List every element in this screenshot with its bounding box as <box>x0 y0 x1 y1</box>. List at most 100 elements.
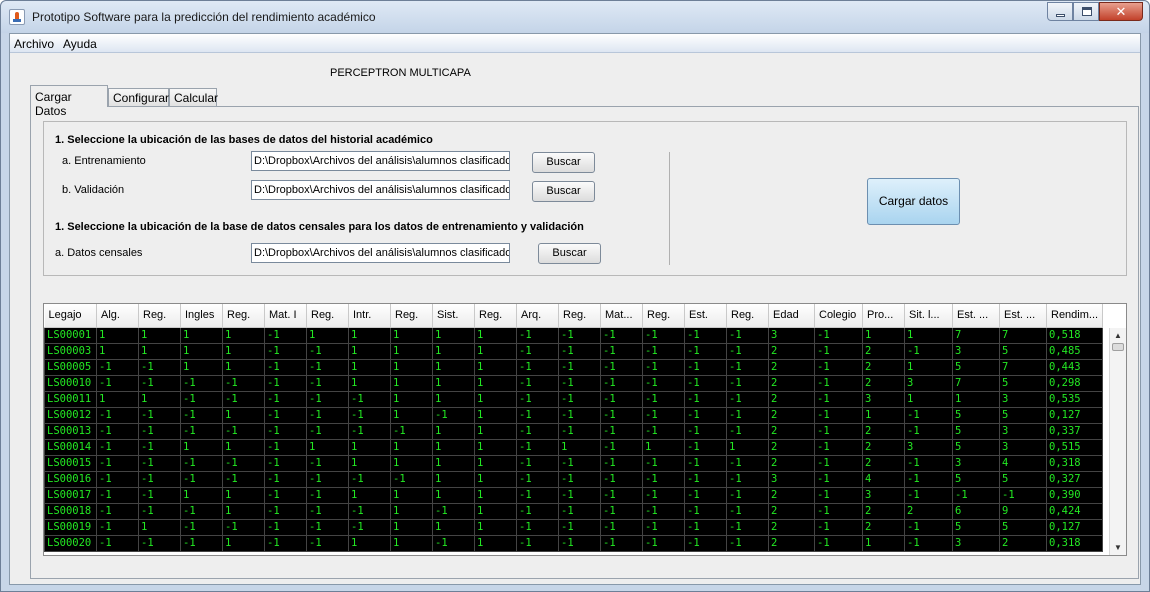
table-cell[interactable]: 1 <box>96 390 139 408</box>
table-cell[interactable]: 3 <box>999 438 1047 456</box>
table-cell[interactable]: 0,318 <box>1046 534 1103 552</box>
table-cell[interactable]: 1 <box>180 342 223 360</box>
table-cell[interactable]: -1 <box>138 502 181 520</box>
table-cell[interactable]: 2 <box>862 518 905 536</box>
table-cell[interactable]: -1 <box>558 486 601 504</box>
table-cell[interactable]: -1 <box>306 470 349 488</box>
table-cell[interactable]: -1 <box>264 438 307 456</box>
table-cell[interactable]: -1 <box>96 438 139 456</box>
table-cell[interactable]: 1 <box>348 326 391 344</box>
table-cell[interactable]: -1 <box>814 486 863 504</box>
table-cell[interactable]: 1 <box>474 518 517 536</box>
table-cell[interactable]: 1 <box>390 518 433 536</box>
table-cell[interactable]: 1 <box>222 486 265 504</box>
table-cell[interactable]: -1 <box>432 406 475 424</box>
table-cell[interactable]: -1 <box>558 534 601 552</box>
table-cell[interactable]: -1 <box>726 390 769 408</box>
table-cell[interactable]: -1 <box>264 406 307 424</box>
table-cell[interactable]: 1 <box>474 390 517 408</box>
table-cell[interactable]: 2 <box>768 422 815 440</box>
table-cell[interactable]: 3 <box>952 454 1000 472</box>
table-cell[interactable]: 0,515 <box>1046 438 1103 456</box>
table-cell[interactable]: -1 <box>726 422 769 440</box>
table-cell[interactable]: 2 <box>862 502 905 520</box>
table-cell[interactable]: 0,485 <box>1046 342 1103 360</box>
table-cell[interactable]: -1 <box>999 486 1047 504</box>
table-cell[interactable]: 1 <box>432 342 475 360</box>
table-cell[interactable]: -1 <box>264 358 307 376</box>
table-cell[interactable]: -1 <box>684 422 727 440</box>
table-cell[interactable]: -1 <box>600 454 643 472</box>
table-row[interactable]: LS00014 -1 -1 1 1 -1 1 1 1 1 1 -1 1 -1 1 -1 1 2 -1 2 3 5 3 0,51… <box>44 438 1103 456</box>
table-cell[interactable]: -1 <box>180 374 223 392</box>
column-header[interactable]: Reg. <box>222 304 265 328</box>
table-cell[interactable]: -1 <box>726 486 769 504</box>
column-header[interactable]: Est. <box>684 304 727 328</box>
table-cell[interactable]: 1 <box>306 326 349 344</box>
table-cell[interactable]: 7 <box>952 326 1000 344</box>
data-table-scrollpane[interactable]: Legajo Alg. Reg. Ingles Reg. Mat. I Reg. Intr. R… <box>43 303 1127 556</box>
table-cell[interactable]: -1 <box>264 534 307 552</box>
table-cell[interactable]: -1 <box>222 454 265 472</box>
table-cell[interactable]: 1 <box>348 486 391 504</box>
table-cell[interactable]: 0,127 <box>1046 518 1103 536</box>
table-cell[interactable]: 2 <box>768 390 815 408</box>
table-cell[interactable]: -1 <box>726 534 769 552</box>
table-cell[interactable]: -1 <box>904 470 953 488</box>
table-cell[interactable]: 1 <box>138 518 181 536</box>
table-cell[interactable]: LS00019 <box>44 518 97 536</box>
table-cell[interactable]: -1 <box>642 454 685 472</box>
table-cell[interactable]: 5 <box>999 406 1047 424</box>
table-cell[interactable]: -1 <box>432 534 475 552</box>
table-cell[interactable]: LS00020 <box>44 534 97 552</box>
table-cell[interactable]: 2 <box>768 518 815 536</box>
column-header[interactable]: Reg. <box>390 304 433 328</box>
table-cell[interactable]: -1 <box>516 470 559 488</box>
table-cell[interactable]: 1 <box>180 326 223 344</box>
title-bar[interactable]: Prototipo Software para la predicción de… <box>1 1 1149 33</box>
close-button[interactable]: ✕ <box>1099 2 1143 21</box>
table-cell[interactable]: 1 <box>432 470 475 488</box>
table-cell[interactable]: 1 <box>432 374 475 392</box>
table-cell[interactable]: 1 <box>432 390 475 408</box>
table-cell[interactable]: -1 <box>600 342 643 360</box>
table-cell[interactable]: -1 <box>138 374 181 392</box>
maximize-button[interactable] <box>1073 2 1099 21</box>
table-cell[interactable]: 5 <box>952 470 1000 488</box>
table-cell[interactable]: 1 <box>904 358 953 376</box>
table-cell[interactable]: -1 <box>180 518 223 536</box>
table-cell[interactable]: 3 <box>768 326 815 344</box>
table-cell[interactable]: -1 <box>814 438 863 456</box>
table-cell[interactable]: -1 <box>952 486 1000 504</box>
table-cell[interactable]: 0,443 <box>1046 358 1103 376</box>
table-cell[interactable]: -1 <box>558 422 601 440</box>
data-table[interactable]: Legajo Alg. Reg. Ingles Reg. Mat. I Reg. Intr. R… <box>44 304 1103 552</box>
table-row[interactable]: LS00012 -1 -1 -1 1 -1 -1 -1 1 -1 1 -1 -1 -1 -1 -1 -1 2 -1 1… <box>44 406 1103 424</box>
table-cell[interactable]: 0,535 <box>1046 390 1103 408</box>
table-cell[interactable]: -1 <box>96 358 139 376</box>
table-cell[interactable]: -1 <box>684 486 727 504</box>
table-cell[interactable]: -1 <box>264 454 307 472</box>
table-cell[interactable]: 1 <box>432 358 475 376</box>
table-cell[interactable]: -1 <box>516 534 559 552</box>
column-header[interactable]: Sit. l... <box>904 304 953 328</box>
table-cell[interactable]: -1 <box>306 518 349 536</box>
column-header[interactable]: Reg. <box>306 304 349 328</box>
table-cell[interactable]: 7 <box>999 358 1047 376</box>
column-header[interactable]: Alg. <box>96 304 139 328</box>
table-cell[interactable]: -1 <box>138 406 181 424</box>
browse-training-button[interactable]: Buscar <box>532 152 595 173</box>
table-cell[interactable]: 5 <box>952 358 1000 376</box>
table-cell[interactable]: -1 <box>138 422 181 440</box>
table-cell[interactable]: -1 <box>726 342 769 360</box>
table-cell[interactable]: -1 <box>642 374 685 392</box>
table-cell[interactable]: -1 <box>558 518 601 536</box>
table-cell[interactable]: -1 <box>516 358 559 376</box>
table-cell[interactable]: 3 <box>999 422 1047 440</box>
table-cell[interactable]: -1 <box>348 470 391 488</box>
table-cell[interactable]: -1 <box>642 406 685 424</box>
table-cell[interactable]: -1 <box>348 502 391 520</box>
table-cell[interactable]: -1 <box>390 422 433 440</box>
table-cell[interactable]: 1 <box>474 358 517 376</box>
column-header[interactable]: Reg. <box>642 304 685 328</box>
